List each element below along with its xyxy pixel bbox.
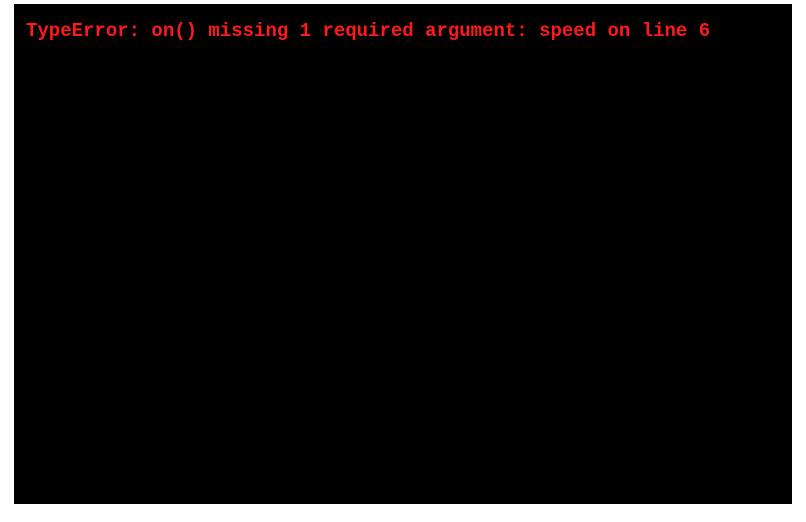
error-message: TypeError: on() missing 1 required argum…: [26, 20, 711, 42]
output-console: TypeError: on() missing 1 required argum…: [14, 4, 792, 504]
